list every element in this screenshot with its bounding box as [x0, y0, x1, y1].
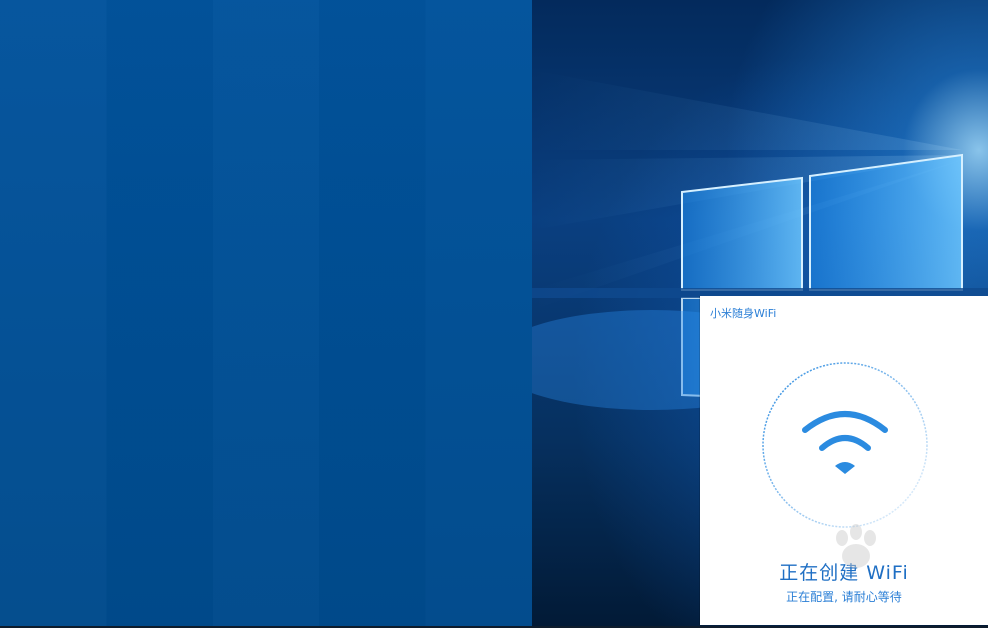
- desktop-screen: 小米随身WiFi 正在创建 WiFi 正在配置, 请耐心等待: [0, 0, 988, 628]
- xiaomi-wifi-window[interactable]: 小米随身WiFi 正在创建 WiFi 正在配置, 请耐心等待: [700, 296, 988, 625]
- blank-blue-panel: [0, 0, 532, 626]
- status-title: 正在创建 WiFi: [779, 562, 909, 584]
- wifi-icon: [802, 411, 888, 474]
- window-title: 小米随身WiFi: [710, 307, 777, 320]
- status-subtitle: 正在配置, 请耐心等待: [786, 590, 902, 604]
